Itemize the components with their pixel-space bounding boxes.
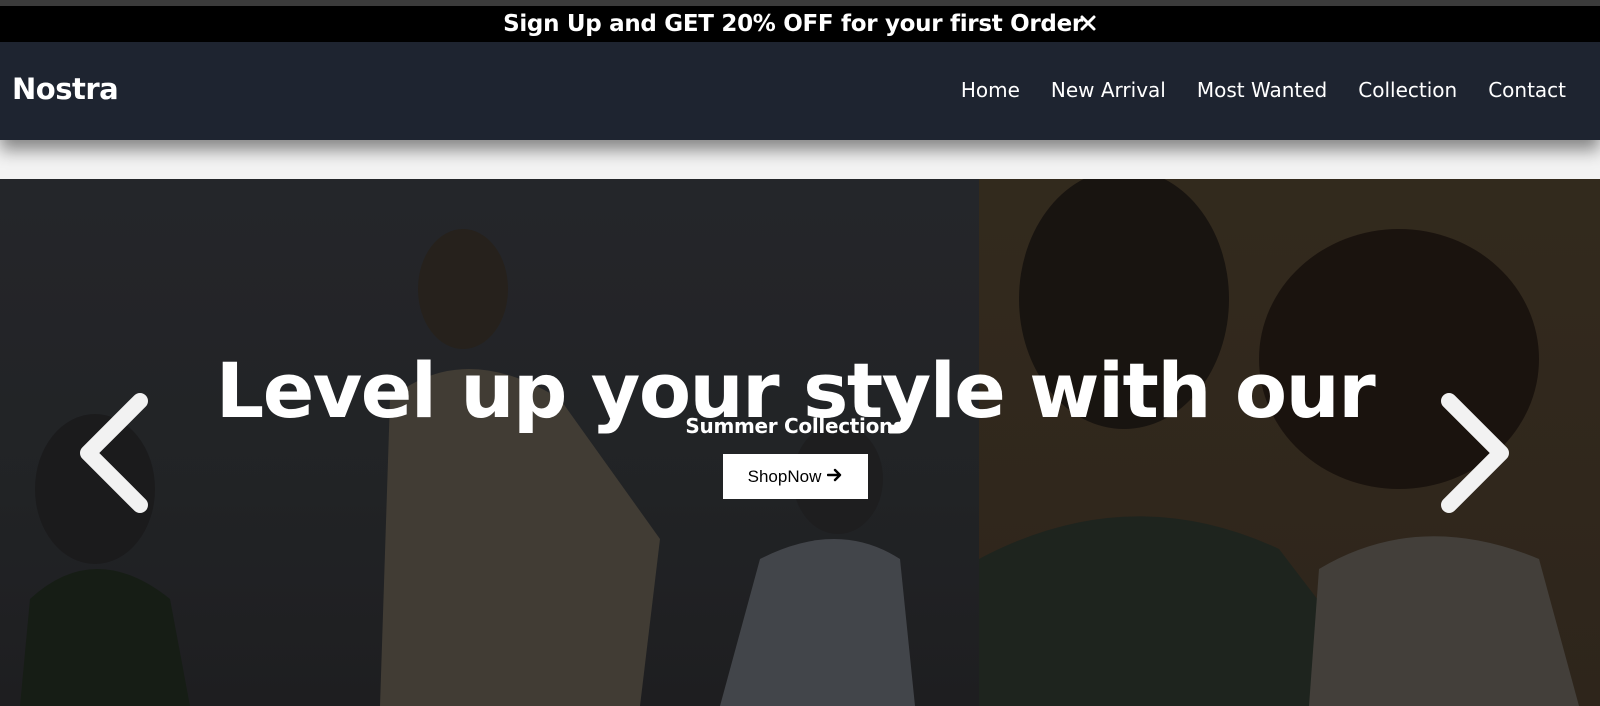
hero-subtitle: Summer Collections	[685, 414, 905, 438]
nav-link-new-arrival[interactable]: New Arrival	[1051, 78, 1166, 102]
shop-now-button[interactable]: ShopNow	[723, 454, 868, 499]
hero-dark-overlay	[0, 179, 1600, 706]
promo-text: Sign Up and GET 20% OFF for your first O…	[503, 11, 1083, 37]
promo-bar: Sign Up and GET 20% OFF for your first O…	[0, 6, 1600, 42]
nav-link-home[interactable]: Home	[961, 78, 1020, 102]
nav-links: Home New Arrival Most Wanted Collection …	[961, 78, 1566, 102]
nav-link-collection[interactable]: Collection	[1358, 78, 1457, 102]
shop-now-label: ShopNow	[747, 466, 822, 486]
nav-link-contact[interactable]: Contact	[1488, 78, 1566, 102]
hero-carousel: Level up your style with our Summer Coll…	[0, 179, 1600, 706]
chevron-right-icon[interactable]	[1437, 389, 1517, 519]
logo[interactable]: Nostra	[12, 72, 119, 106]
chevron-left-icon[interactable]	[72, 389, 152, 519]
nav-shadow-gap	[0, 140, 1600, 179]
nav-link-most-wanted[interactable]: Most Wanted	[1197, 78, 1327, 102]
close-icon[interactable]	[1074, 9, 1102, 37]
navbar: Nostra Home New Arrival Most Wanted Coll…	[0, 42, 1600, 140]
arrow-right-icon	[827, 467, 843, 487]
